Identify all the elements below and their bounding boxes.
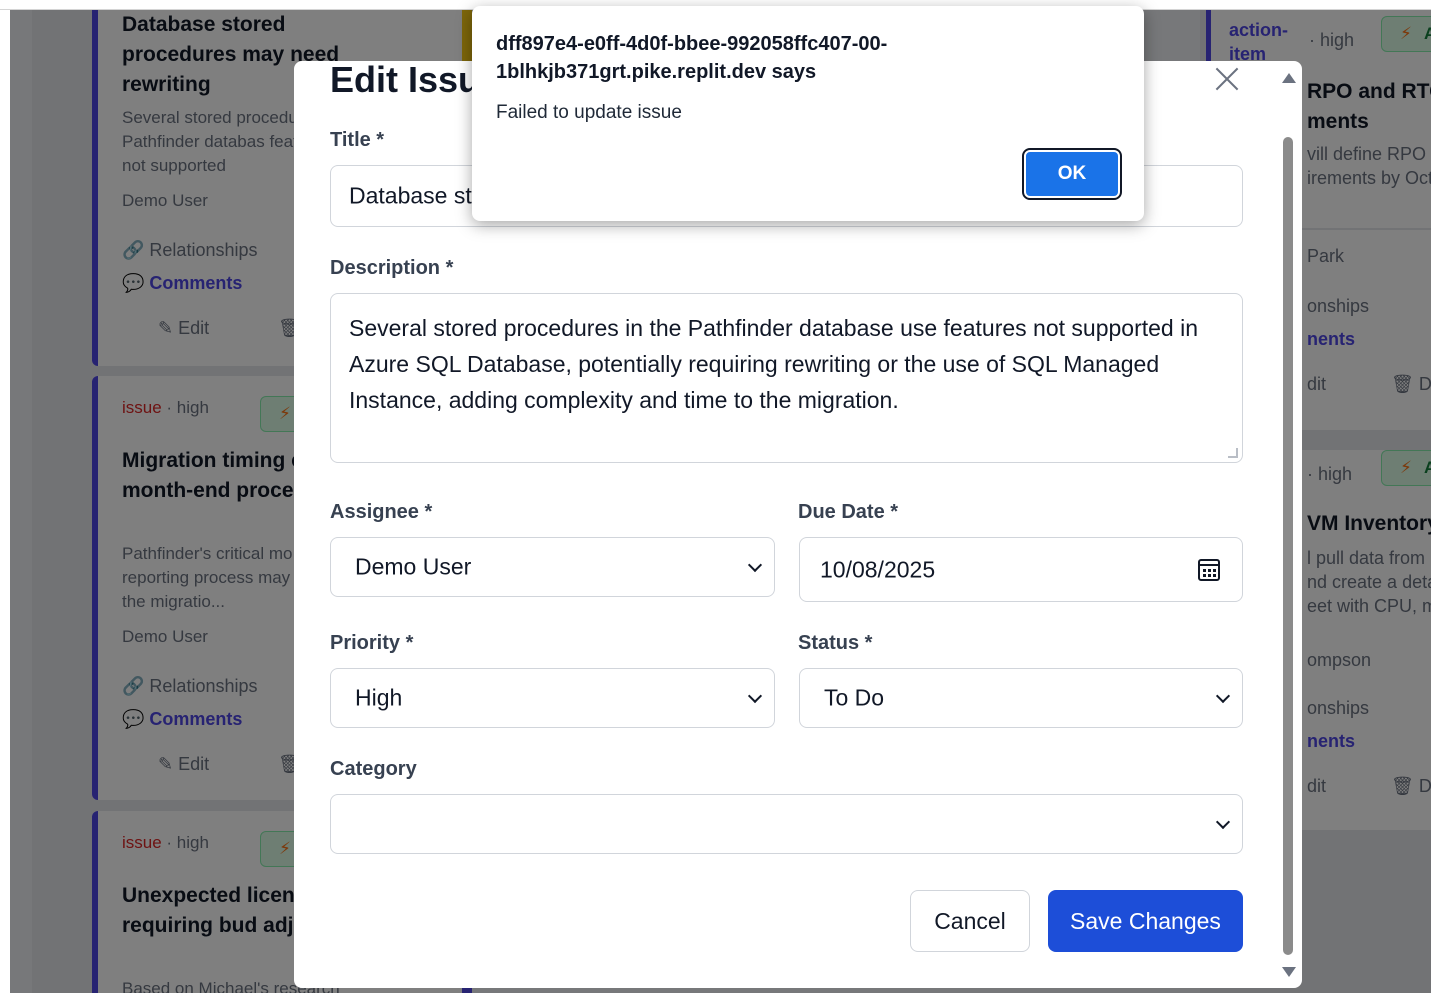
scroll-up-arrow-icon[interactable]: [1282, 73, 1296, 83]
alert-ok-button[interactable]: OK: [1022, 148, 1122, 200]
assignee-label: Assignee *: [330, 501, 433, 523]
status-select[interactable]: To Do: [799, 668, 1243, 728]
description-label: Description *: [330, 257, 454, 279]
close-icon[interactable]: [1212, 64, 1242, 94]
category-select[interactable]: [330, 794, 1243, 854]
description-textarea[interactable]: Several stored procedures in the Pathfin…: [330, 293, 1243, 463]
modal-scrollbar[interactable]: [1278, 69, 1298, 981]
scroll-down-arrow-icon[interactable]: [1282, 967, 1296, 977]
assignee-select[interactable]: Demo User: [330, 537, 775, 597]
status-label: Status *: [798, 632, 873, 654]
browser-alert-dialog: dff897e4-e0ff-4d0f-bbee-992058ffc407-00-…: [472, 6, 1144, 221]
status-select-value: To Do: [824, 684, 885, 711]
chevron-down-icon: [1215, 688, 1231, 704]
cancel-button[interactable]: Cancel: [910, 890, 1030, 952]
priority-select[interactable]: High: [330, 668, 775, 728]
priority-label: Priority *: [330, 632, 414, 654]
description-textarea-value: Several stored procedures in the Pathfin…: [349, 315, 1198, 413]
save-changes-button[interactable]: Save Changes: [1048, 890, 1243, 952]
resize-handle-icon[interactable]: [1228, 448, 1238, 458]
calendar-icon[interactable]: [1198, 558, 1220, 581]
alert-message: Failed to update issue: [496, 102, 682, 123]
chevron-down-icon: [747, 557, 763, 573]
title-label: Title *: [330, 129, 385, 151]
chevron-down-icon: [1215, 814, 1231, 830]
priority-select-value: High: [355, 684, 403, 711]
due-date-input-value: 10/08/2025: [820, 556, 936, 582]
due-date-input[interactable]: 10/08/2025: [799, 537, 1243, 602]
category-label: Category: [330, 758, 417, 780]
alert-origin: dff897e4-e0ff-4d0f-bbee-992058ffc407-00-…: [496, 33, 888, 83]
scrollbar-thumb[interactable]: [1283, 137, 1293, 955]
due-date-label: Due Date *: [798, 501, 899, 523]
title-input-value: Database st: [349, 182, 472, 209]
assignee-select-value: Demo User: [355, 553, 472, 580]
chevron-down-icon: [747, 688, 763, 704]
